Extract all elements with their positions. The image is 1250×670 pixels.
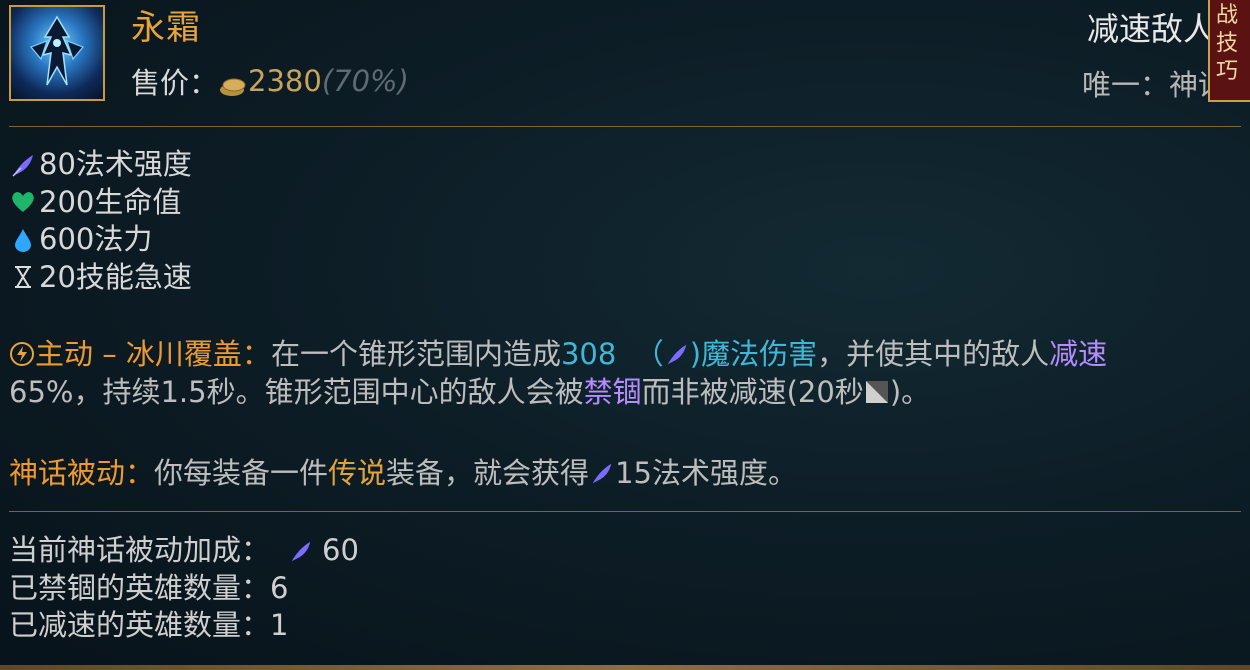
passive-text: 15法术强度。	[615, 456, 797, 490]
stat-mana: 600法力	[9, 221, 192, 259]
divider-top	[9, 126, 1241, 127]
divider-bottom	[9, 511, 1241, 512]
sell-percent: (70%)	[321, 64, 409, 98]
bonus-value: 60	[322, 533, 359, 567]
item-name: 永霜	[131, 8, 201, 48]
mana-drop-icon	[9, 226, 37, 254]
stat-text: 200生命值	[39, 184, 182, 219]
bottom-border	[0, 665, 1250, 670]
passive-text: 装备，就会获得	[386, 456, 590, 490]
slow-keyword: 减速	[1049, 337, 1108, 371]
lightning-icon	[9, 341, 35, 367]
active-text: 65%，持续1.5秒。锥形范围中心的敌人会被	[9, 375, 584, 409]
health-heart-icon	[9, 188, 37, 216]
damage-type: 魔法伤害	[701, 337, 818, 371]
mythic-bonus-row: 当前神话被动加成： 60	[9, 532, 359, 570]
active-text: )。	[889, 375, 931, 409]
slowed-value: 1	[270, 608, 289, 642]
stat-ability-power: 80法术强度	[9, 146, 192, 184]
ability-power-icon	[589, 460, 615, 486]
stat-health: 200生命值	[9, 184, 192, 222]
stat-text: 20技能急速	[39, 259, 192, 294]
side-badge[interactable]: 战技巧	[1208, 0, 1250, 102]
active-label: 主动 – 冰川覆盖：	[35, 337, 271, 371]
passive-text: 你每装备一件	[154, 456, 329, 490]
tracking-stats: 当前神话被动加成： 60 已禁锢的英雄数量： 6 已减速的英雄数量： 1	[9, 532, 359, 645]
stat-text: 80法术强度	[39, 147, 192, 181]
stats-list: 80法术强度 200生命值 600法力 20技能急速	[9, 146, 192, 296]
price-label: 售价：	[131, 66, 219, 100]
everfrost-item-icon	[9, 5, 105, 101]
passive-label: 神话被动：	[9, 456, 155, 490]
price-value: 2380	[248, 64, 322, 98]
active-line-2: 65%，持续1.5秒。锥形范围中心的敌人会被禁锢而非被减速(20秒 )。	[9, 373, 1241, 411]
rooted-count-row: 已禁锢的英雄数量： 6	[9, 570, 359, 608]
rooted-label: 已禁锢的英雄数量：	[9, 570, 271, 605]
ability-power-icon	[288, 538, 314, 564]
ability-power-icon	[664, 341, 690, 367]
rooted-value: 6	[270, 570, 289, 605]
slowed-label: 已减速的英雄数量：	[9, 608, 271, 642]
damage-paren: （	[634, 337, 664, 371]
cutoff-title: 减速敌人	[1087, 10, 1216, 48]
damage-paren: )	[689, 337, 702, 371]
item-tooltip: 永霜 售价： 2380 (70%) 减速敌人 唯一：神话 战技巧 80法术强度	[0, 0, 1250, 670]
slowed-count-row: 已减速的英雄数量： 1	[9, 607, 359, 645]
damage-value: 308	[560, 337, 617, 371]
active-text: 而非被减速(20秒	[641, 375, 864, 409]
hourglass-icon	[9, 263, 37, 291]
legendary-keyword: 传说	[328, 456, 387, 490]
active-text: ，并使其中的敌人	[817, 337, 1050, 371]
mythic-passive: 神话被动：你每装备一件传说装备，就会获得 15法术强度。	[9, 450, 797, 492]
stat-text: 600法力	[39, 222, 153, 256]
active-text: 在一个锥形范围内造成	[270, 337, 561, 371]
active-description: 主动 – 冰川覆盖：在一个锥形范围内造成308 （)魔法伤害，并使其中的敌人减速…	[9, 335, 1241, 411]
bonus-label: 当前神话被动加成：	[9, 533, 271, 567]
stat-ability-haste: 20技能急速	[9, 259, 192, 297]
cutoff-subtitle: 唯一：神话	[1082, 68, 1228, 102]
active-line-1: 主动 – 冰川覆盖：在一个锥形范围内造成308 （)魔法伤害，并使其中的敌人减速	[9, 335, 1241, 373]
gold-coin-icon	[218, 71, 246, 96]
price-row: 售价： 2380 (70%)	[131, 60, 409, 102]
root-keyword: 禁锢	[583, 375, 642, 409]
cooldown-icon	[864, 379, 890, 405]
ability-power-icon	[9, 151, 37, 179]
